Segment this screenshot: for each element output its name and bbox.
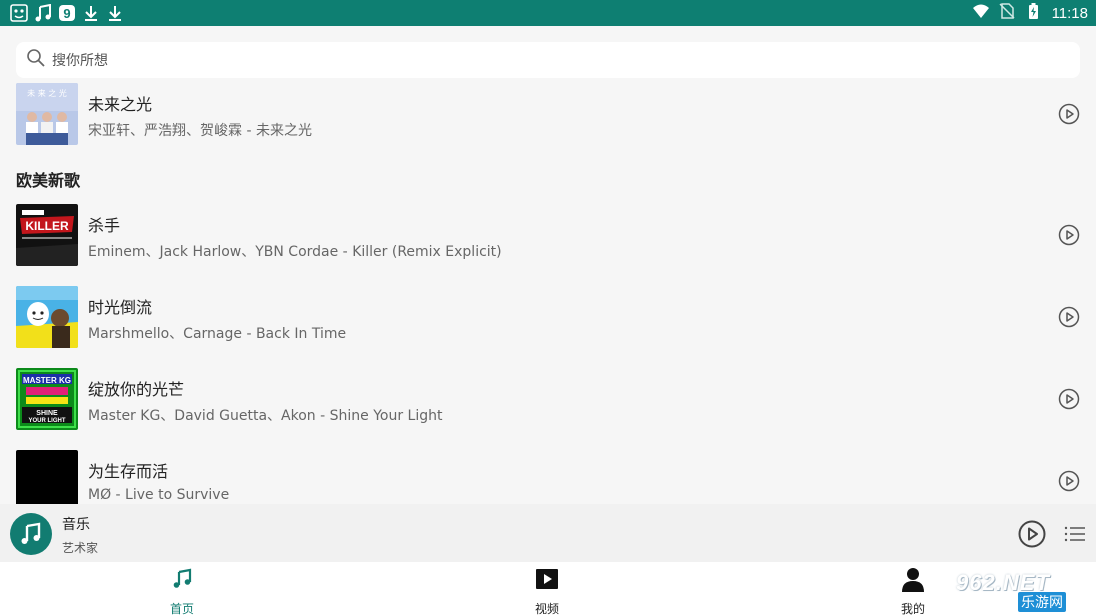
download-icon bbox=[82, 4, 100, 22]
now-playing-artist: 艺术家 bbox=[62, 541, 99, 555]
svg-text:MASTER KG: MASTER KG bbox=[23, 376, 71, 385]
svg-text:未 来 之 光: 未 来 之 光 bbox=[27, 88, 67, 98]
status-bar-system: 11:18 bbox=[972, 3, 1088, 23]
song-item[interactable]: MASTER KG SHINE YOUR LIGHT 绽放你的光芒 Master… bbox=[16, 368, 1080, 432]
now-playing-cover bbox=[10, 513, 52, 555]
album-cover: MASTER KG SHINE YOUR LIGHT bbox=[16, 368, 78, 430]
album-cover bbox=[16, 286, 78, 348]
song-item[interactable]: 未 来 之 光 未来之光 宋亚轩、严浩翔、贺峻霖 - 未来之光 bbox=[16, 83, 1080, 147]
song-item[interactable]: KILLER 杀手 Eminem、Jack Harlow、YBN Cordae … bbox=[16, 204, 1080, 268]
album-cover: 未 来 之 光 bbox=[16, 83, 78, 145]
svg-text:9: 9 bbox=[63, 6, 70, 21]
tab-video[interactable]: 视频 bbox=[507, 566, 587, 616]
app-9-icon: 9 bbox=[58, 4, 76, 22]
watermark: 962.NET 乐游网 bbox=[956, 570, 1092, 612]
person-icon bbox=[900, 566, 926, 596]
no-sim-icon bbox=[998, 2, 1016, 24]
song-artist: Eminem、Jack Harlow、YBN Cordae - Killer (… bbox=[88, 244, 502, 260]
download-icon bbox=[106, 4, 124, 22]
tab-label: 视频 bbox=[534, 602, 559, 616]
status-time: 11:18 bbox=[1051, 4, 1088, 22]
song-title: 未来之光 bbox=[88, 95, 153, 114]
svg-text:SHINE: SHINE bbox=[36, 410, 58, 417]
music-note-icon bbox=[21, 522, 41, 544]
tab-mine[interactable]: 我的 bbox=[873, 566, 953, 616]
song-title: 绽放你的光芒 bbox=[88, 380, 185, 399]
play-circle-icon[interactable] bbox=[1058, 224, 1080, 246]
play-circle-icon[interactable] bbox=[1058, 103, 1080, 125]
song-artist: Master KG、David Guetta、Akon - Shine Your… bbox=[88, 408, 443, 424]
song-title: 时光倒流 bbox=[88, 298, 153, 317]
play-button[interactable] bbox=[1018, 520, 1046, 548]
video-play-icon bbox=[534, 566, 560, 596]
play-circle-icon[interactable] bbox=[1058, 470, 1080, 492]
status-bar-notifications: 9 bbox=[10, 3, 124, 23]
song-item[interactable]: 为生存而活 MØ - Live to Survive bbox=[16, 450, 1080, 504]
mini-player[interactable]: 音乐 艺术家 bbox=[0, 504, 1096, 562]
song-artist: 宋亚轩、严浩翔、贺峻霖 - 未来之光 bbox=[88, 123, 312, 139]
tab-home[interactable]: 首页 bbox=[142, 566, 222, 616]
battery-charging-icon bbox=[1024, 2, 1042, 24]
now-playing-title: 音乐 bbox=[62, 517, 90, 533]
bottom-navigation: 首页 视频 我的 bbox=[0, 562, 1096, 616]
album-cover: KILLER bbox=[16, 204, 78, 266]
app-icon bbox=[10, 4, 28, 22]
status-bar: 9 11:18 bbox=[0, 0, 1096, 26]
play-circle-icon[interactable] bbox=[1058, 388, 1080, 410]
music-note-icon bbox=[169, 566, 195, 596]
svg-text:KILLER: KILLER bbox=[25, 219, 69, 233]
song-artist: MØ - Live to Survive bbox=[88, 487, 230, 503]
watermark-site: 乐游网 bbox=[1018, 592, 1066, 612]
play-circle-icon[interactable] bbox=[1058, 306, 1080, 328]
song-list[interactable]: 未 来 之 光 未来之光 宋亚轩、严浩翔、贺峻霖 - 未来之光 欧美新歌 KIL… bbox=[0, 80, 1096, 504]
tab-label: 我的 bbox=[900, 602, 925, 616]
svg-text:YOUR LIGHT: YOUR LIGHT bbox=[29, 418, 66, 424]
tab-label: 首页 bbox=[169, 602, 194, 616]
search-bar[interactable]: 搜你所想 bbox=[16, 42, 1080, 78]
song-title: 杀手 bbox=[88, 216, 121, 235]
section-title: 欧美新歌 bbox=[16, 171, 81, 190]
song-artist: Marshmello、Carnage - Back In Time bbox=[88, 326, 347, 342]
search-input[interactable]: 搜你所想 bbox=[52, 50, 108, 70]
wifi-icon bbox=[972, 2, 990, 24]
song-title: 为生存而活 bbox=[88, 462, 169, 481]
album-cover bbox=[16, 450, 78, 504]
music-note-icon bbox=[34, 4, 52, 22]
playlist-icon[interactable] bbox=[1064, 524, 1086, 544]
search-icon bbox=[26, 48, 46, 72]
song-item[interactable]: 时光倒流 Marshmello、Carnage - Back In Time bbox=[16, 286, 1080, 350]
